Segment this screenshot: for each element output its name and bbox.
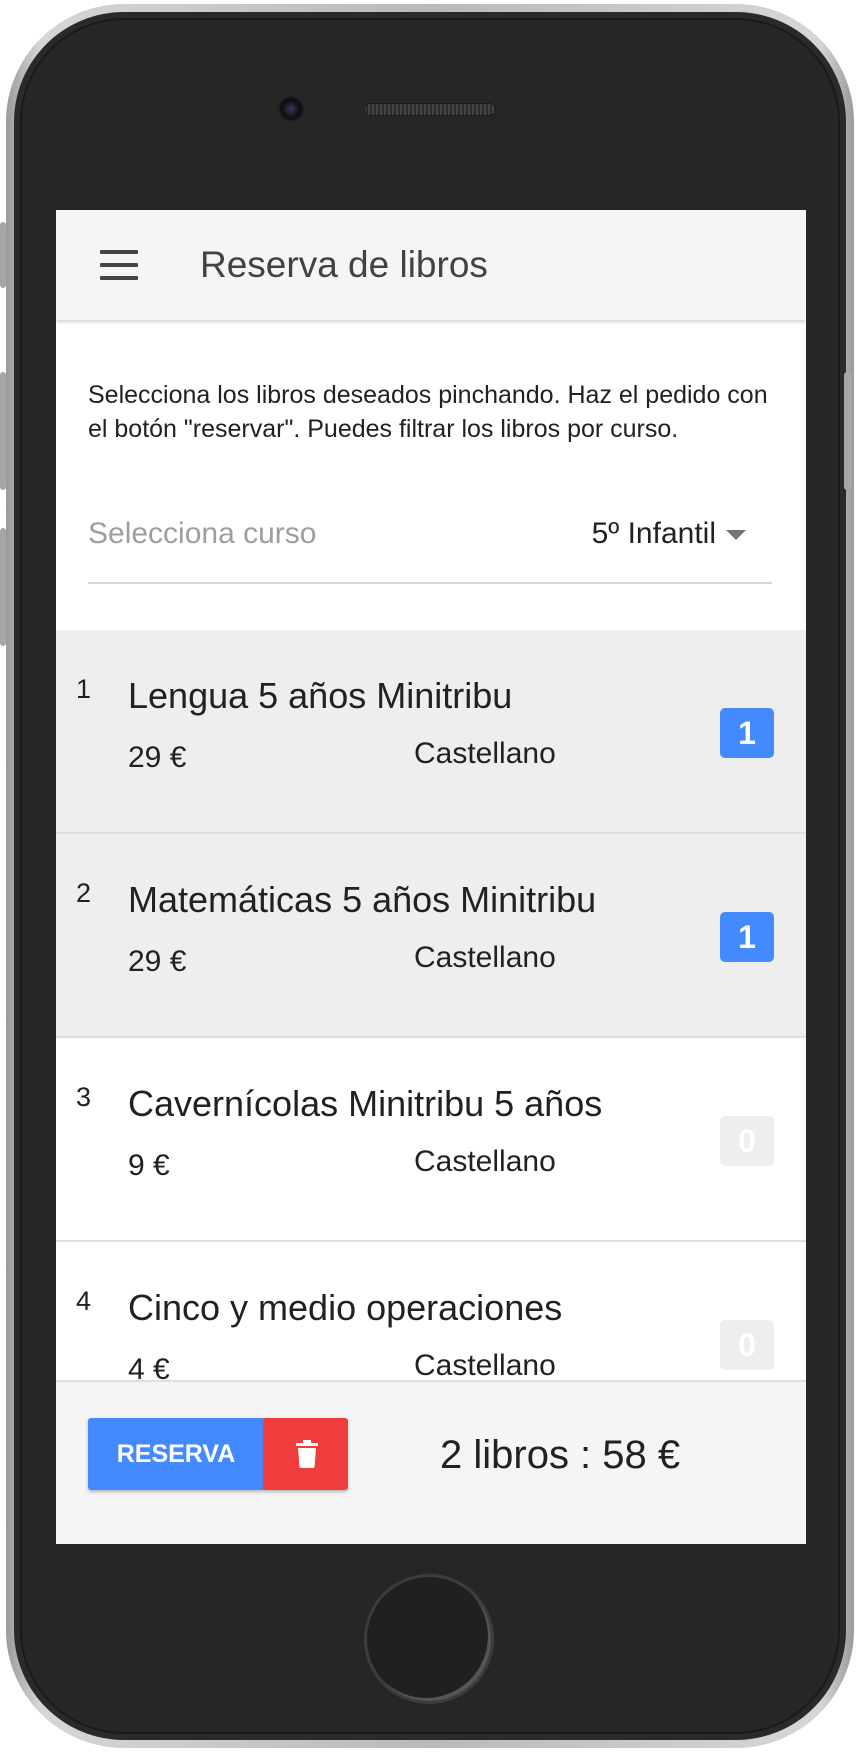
- book-number: 1: [76, 674, 92, 704]
- earpiece-speaker: [364, 103, 496, 116]
- book-price: 29 €: [128, 741, 187, 774]
- book-title: Lengua 5 años Minitribu: [128, 675, 513, 716]
- phone-volume-down-button: [0, 528, 6, 646]
- app-bar: Reserva de libros: [56, 210, 806, 320]
- book-item[interactable]: 1 Lengua 5 años Minitribu 29 € Castellan…: [56, 630, 806, 834]
- course-select[interactable]: Selecciona curso 5º Infantil: [88, 506, 772, 584]
- trash-icon: [296, 1440, 318, 1468]
- course-select-value: 5º Infantil: [591, 517, 716, 550]
- delete-button[interactable]: [264, 1418, 348, 1490]
- book-price: 29 €: [128, 945, 187, 978]
- reserve-button[interactable]: RESERVA: [88, 1418, 264, 1490]
- phone-power-button: [844, 372, 852, 490]
- book-price: 9 €: [128, 1149, 170, 1182]
- instructions-text: Selecciona los libros deseados pinchando…: [88, 381, 768, 443]
- book-item[interactable]: 2 Matemáticas 5 años Minitribu 29 € Cast…: [56, 834, 806, 1038]
- book-title: Cavernícolas Minitribu 5 años: [128, 1083, 603, 1124]
- app-screen: Reserva de libros Selecciona los libros …: [56, 210, 806, 1544]
- course-select-label: Selecciona curso: [88, 517, 317, 550]
- quantity-badge: 1: [720, 708, 774, 758]
- book-number: 2: [76, 878, 92, 908]
- phone-volume-up-button: [0, 372, 6, 490]
- book-item[interactable]: 3 Cavernícolas Minitribu 5 años 9 € Cast…: [56, 1038, 806, 1242]
- book-list: 1 Lengua 5 años Minitribu 29 € Castellan…: [56, 630, 806, 1390]
- home-button[interactable]: [364, 1574, 494, 1704]
- book-item[interactable]: 4 Cinco y medio operaciones 4 € Castella…: [56, 1242, 806, 1390]
- phone-mute-switch: [0, 222, 6, 288]
- book-number: 4: [76, 1286, 92, 1316]
- quantity-badge: 1: [720, 912, 774, 962]
- book-number: 3: [76, 1082, 92, 1112]
- order-summary: 2 libros : 58 €: [440, 1433, 681, 1477]
- bottom-bar: RESERVA 2 libros : 58 €: [56, 1380, 806, 1544]
- hamburger-menu-icon[interactable]: [100, 250, 138, 280]
- quantity-badge: 0: [720, 1116, 774, 1166]
- book-language: Castellano: [414, 1145, 556, 1178]
- page-title: Reserva de libros: [200, 244, 488, 285]
- quantity-badge: 0: [720, 1320, 774, 1370]
- book-language: Castellano: [414, 941, 556, 974]
- book-language: Castellano: [414, 737, 556, 770]
- front-camera: [280, 98, 302, 120]
- book-title: Matemáticas 5 años Minitribu: [128, 879, 597, 920]
- book-title: Cinco y medio operaciones: [128, 1287, 563, 1328]
- dropdown-caret-icon: [726, 530, 746, 540]
